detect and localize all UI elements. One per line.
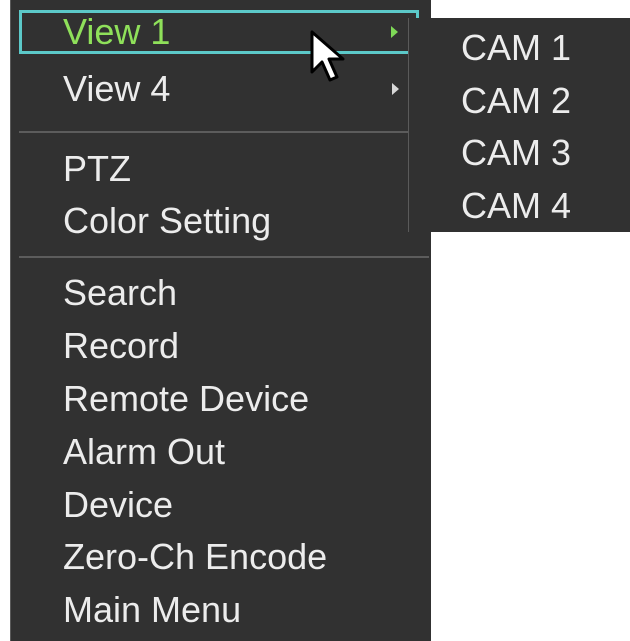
menu-item-label: Search	[63, 272, 178, 313]
chevron-right-icon	[392, 83, 399, 95]
menu-item-ptz[interactable]: PTZ	[19, 147, 419, 191]
view-1-submenu: CAM 1 CAM 2 CAM 3 CAM 4	[408, 18, 630, 232]
menu-item-record[interactable]: Record	[19, 324, 419, 368]
menu-divider	[19, 131, 429, 133]
menu-item-label: Device	[63, 484, 174, 525]
menu-item-label: View 1	[63, 11, 171, 52]
mouse-pointer-icon	[310, 30, 345, 82]
submenu-item-cam-3[interactable]: CAM 3	[461, 127, 630, 179]
submenu-item-cam-1[interactable]: CAM 1	[461, 22, 630, 74]
submenu-item-label: CAM 3	[461, 132, 572, 173]
submenu-item-label: CAM 1	[461, 27, 572, 68]
menu-item-label: View 4	[63, 68, 171, 109]
menu-item-search[interactable]: Search	[19, 271, 419, 315]
menu-item-label: PTZ	[63, 148, 131, 189]
submenu-item-cam-2[interactable]: CAM 2	[461, 75, 630, 127]
menu-item-view-1[interactable]: View 1	[19, 10, 419, 54]
menu-item-device[interactable]: Device	[19, 483, 419, 527]
context-menu: View 1 View 4 PTZ Color Setting Search R…	[10, 0, 431, 641]
menu-item-label: Main Menu	[63, 589, 242, 630]
submenu-item-label: CAM 4	[461, 185, 572, 226]
screen: View 1 View 4 PTZ Color Setting Search R…	[0, 0, 630, 641]
menu-item-zero-ch-encode[interactable]: Zero-Ch Encode	[19, 535, 419, 579]
menu-item-label: Remote Device	[63, 378, 310, 419]
menu-divider	[19, 256, 429, 258]
menu-item-remote-device[interactable]: Remote Device	[19, 377, 419, 421]
menu-item-label: Color Setting	[63, 200, 272, 241]
menu-item-label: Alarm Out	[63, 431, 226, 472]
menu-item-color-setting[interactable]: Color Setting	[19, 199, 419, 243]
submenu-item-label: CAM 2	[461, 80, 572, 121]
menu-item-label: Zero-Ch Encode	[63, 536, 328, 577]
menu-item-label: Record	[63, 325, 180, 366]
submenu-item-cam-4[interactable]: CAM 4	[461, 180, 630, 232]
chevron-right-icon	[391, 26, 398, 38]
menu-item-main-menu[interactable]: Main Menu	[19, 588, 419, 632]
menu-item-alarm-out[interactable]: Alarm Out	[19, 430, 419, 474]
menu-item-view-4[interactable]: View 4	[19, 67, 419, 111]
